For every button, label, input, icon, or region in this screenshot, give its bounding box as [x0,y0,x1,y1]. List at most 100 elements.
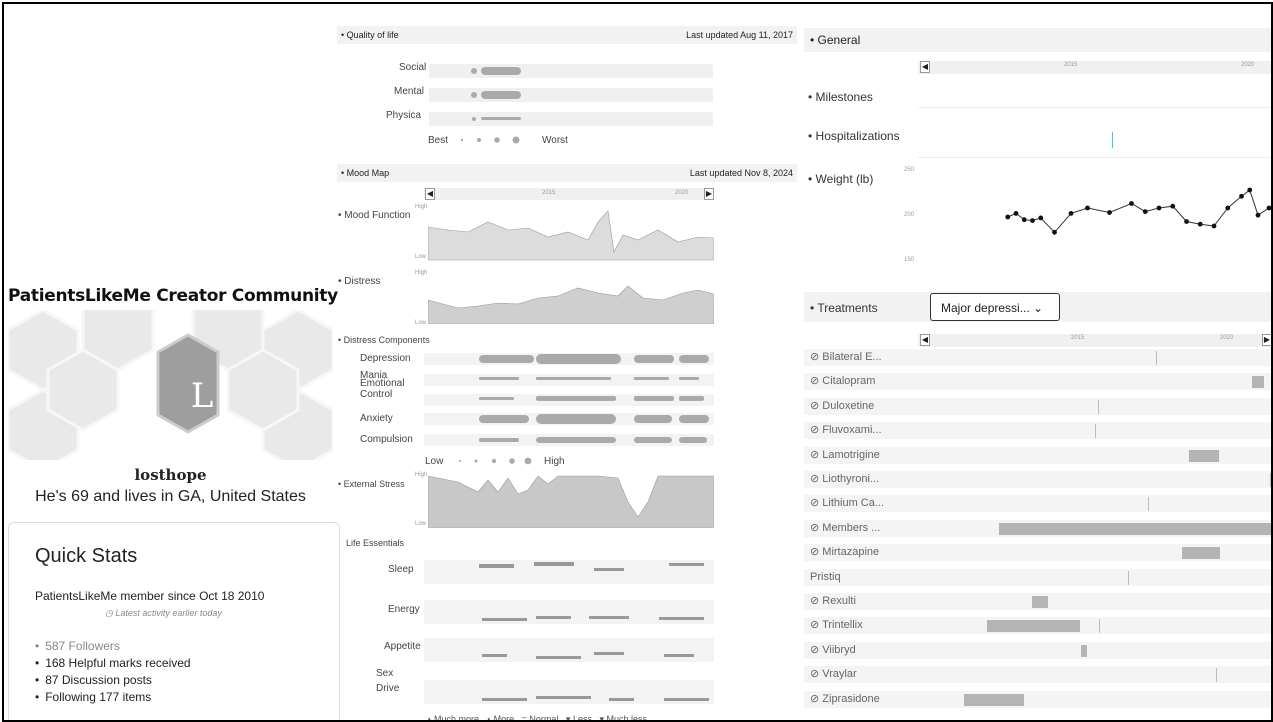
treatment-row[interactable]: ⊘ Duloxetine [804,397,1271,415]
treatment-name[interactable]: Citalopram [822,375,875,387]
weight-label[interactable]: • Weight (lb) [808,172,873,186]
treatment-name[interactable]: Fluvoxami... [822,424,881,436]
treatment-duration-bar[interactable] [1182,547,1220,560]
weight-point [1266,205,1271,211]
general-header[interactable]: • General [804,28,1271,52]
treatment-event-marker[interactable] [1270,473,1271,487]
weight-point [1142,209,1148,214]
weight-point [1197,221,1203,227]
treatment-row[interactable]: ⊘ Lithium Ca... [804,495,1271,513]
link-icon: ⊘ [810,399,823,412]
treatment-name[interactable]: Viibryd [822,644,855,656]
stats-list: 587 Followers 168 Helpful marks received… [35,638,191,706]
link-icon: ⊘ [810,448,823,461]
username[interactable]: losthope [8,466,333,484]
weight-point [1225,205,1231,211]
link-icon: ⊘ [810,692,823,705]
qol-legend-dots [460,136,520,144]
clock-icon: ◷ [105,608,116,618]
component-legend-dots [459,457,532,465]
scroll-left-icon[interactable]: ◀ [920,61,930,73]
qol-header[interactable]: • Quality of life Last updated Aug 11, 2… [337,26,797,44]
weight-point [1170,203,1176,209]
treatment-duration-bar[interactable] [1252,376,1264,389]
treatment-row[interactable]: Pristiq [804,568,1271,586]
treatment-duration-bar[interactable] [1189,449,1219,462]
year-label: 2015 [1071,335,1085,341]
axis-high: High [415,472,428,478]
condition-dropdown[interactable]: Major depressi... ⌄ [930,293,1060,321]
general-timeline-scrollbar[interactable] [918,61,1271,74]
legend-high: High [544,456,565,467]
treatment-name[interactable]: Trintellix [822,619,863,631]
treatment-name[interactable]: Liothyroni... [822,473,879,485]
treatment-name[interactable]: Bilateral E... [822,351,881,363]
treatment-row[interactable]: ⊘ Liothyroni... [804,471,1271,488]
treatment-row[interactable]: ⊘ Bilateral E... [804,349,1271,366]
treatment-name[interactable]: Pristiq [810,571,841,583]
axis-low: Low [415,254,427,260]
treatment-duration-bar[interactable] [1032,596,1048,608]
treatments-label[interactable]: • Treatments [810,301,878,315]
essential-label: Energy [388,604,420,615]
weight-point [1239,193,1244,199]
weight-point [1184,219,1189,224]
treatment-name[interactable]: Rexulti [822,595,856,607]
treatment-event-marker[interactable] [1128,570,1129,585]
life-essentials-label: Life Essentials [346,538,405,548]
treatment-name[interactable]: Lamotrigine [822,449,879,461]
mood-updated: Last updated Nov 8, 2024 [689,168,793,178]
components-dots [479,354,709,443]
treatment-row[interactable]: ⊘ Citalopram [804,373,1271,391]
treatment-name[interactable]: Duloxetine [822,400,874,412]
treatment-duration-bar[interactable] [1081,644,1087,657]
link-icon: ⊘ [810,595,823,607]
scroll-right-icon[interactable]: ▶ [1262,334,1271,346]
latest-activity: ◷ Latest activity earlier today [105,608,222,618]
weight-tick: 200 [904,212,915,218]
followers-link[interactable]: 587 Followers [35,638,191,655]
essential-label: Sex Drive [376,668,400,694]
scroll-right-icon[interactable]: ▶ [704,188,714,200]
hospitalizations-label[interactable]: • Hospitalizations [808,129,900,143]
scroll-left-icon[interactable]: ◀ [920,334,930,346]
weight-point [1013,211,1019,216]
treatment-name[interactable]: Lithium Ca... [822,497,884,509]
treatment-row[interactable]: ⊘ Ziprasidone [804,690,1271,708]
year-label: 2020 [1220,335,1234,341]
link-icon: ⊘ [810,546,823,559]
treatment-event-marker[interactable] [1216,668,1217,683]
legend-low: Low [425,456,444,467]
treatment-name[interactable]: Vraylar [822,668,856,680]
link-icon: ⊘ [810,351,823,363]
quick-stats-panel: Quick Stats PatientsLikeMe member since … [8,522,340,720]
distress-chart [428,285,714,324]
year-label: 2020 [675,190,689,196]
milestones-label[interactable]: • Milestones [808,90,873,104]
treatment-event-marker[interactable] [1098,399,1099,414]
treatment-event-marker[interactable] [1156,351,1157,365]
treatment-event-marker[interactable] [1148,497,1149,512]
treatment-row[interactable]: ⊘ Fluvoxami... [804,422,1271,440]
mood-map-header[interactable]: • Mood Map Last updated Nov 8, 2024 [337,164,797,182]
treatment-row[interactable]: ⊘ Vraylar [804,666,1271,684]
treatment-event-marker[interactable] [1095,424,1096,439]
mood-timeline-scrollbar[interactable] [424,188,714,200]
scroll-left-icon[interactable]: ◀ [425,188,435,200]
treatment-duration-bar[interactable] [964,693,1024,706]
treatment-row[interactable]: ⊘ Viibryd [804,641,1271,659]
treatment-duration-bar[interactable] [999,522,1271,535]
treatment-duration-bar[interactable] [987,620,1080,633]
avatar-letter: L [190,376,214,416]
component-label: Depression [360,353,411,364]
essentials-legend: ▴ Much more ▴ More = Normal ▾ Less ▾ Muc… [427,714,648,722]
stat-item: 87 Discussion posts [35,672,191,689]
stat-item: 168 Helpful marks received [35,655,190,672]
treatment-name[interactable]: Mirtazapine [822,546,879,558]
weight-point [1068,211,1074,216]
treatment-event-marker[interactable] [1099,619,1100,634]
link-icon: ⊘ [810,619,823,632]
treatment-name[interactable]: Members ... [822,522,880,534]
distress-components-label: • Distress Components [338,335,430,345]
treatment-name[interactable]: Ziprasidone [822,693,879,705]
